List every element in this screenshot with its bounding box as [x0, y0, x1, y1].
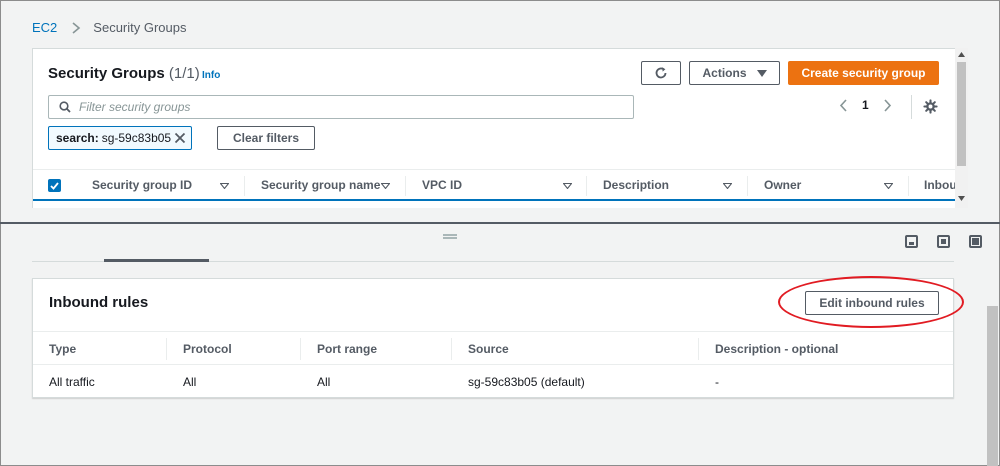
rule-type: All traffic	[49, 375, 95, 389]
sort-icon[interactable]	[884, 183, 893, 189]
sort-icon[interactable]	[220, 183, 229, 189]
top-panel-scrollbar[interactable]	[955, 48, 968, 208]
column-separator	[698, 338, 699, 360]
filter-token-value: sg-59c83b05	[101, 131, 172, 145]
scroll-up-icon[interactable]	[958, 52, 965, 57]
filter-token-key: search:	[56, 131, 99, 145]
inbound-rules-title: Inbound rules	[49, 294, 149, 311]
info-link[interactable]: Info	[202, 70, 220, 81]
pager-divider	[911, 95, 912, 119]
panel-bottom-icon[interactable]	[905, 235, 918, 248]
breadcrumb-current: Security Groups	[93, 20, 187, 35]
column-header-description-optional: Description - optional	[715, 342, 839, 356]
panel-full-icon[interactable]	[969, 235, 982, 248]
security-groups-table-header: Security group ID Security group name VP…	[33, 169, 955, 201]
rule-description: -	[715, 375, 719, 389]
column-header-source: Source	[468, 342, 509, 356]
sort-icon[interactable]	[381, 183, 390, 189]
selected-row-indicator	[33, 199, 955, 201]
drag-handle-icon[interactable]	[443, 234, 457, 239]
rule-source: sg-59c83b05 (default)	[468, 375, 585, 389]
breadcrumb: EC2 Security Groups	[32, 20, 187, 35]
page-title: Security Groups (1/1)	[48, 65, 200, 82]
breadcrumb-ec2-link[interactable]: EC2	[32, 20, 57, 35]
select-all-checkbox[interactable]	[48, 179, 61, 192]
rule-protocol: All	[183, 375, 197, 389]
column-header-owner[interactable]: Owner	[764, 178, 801, 192]
inbound-rules-panel: Inbound rules Edit inbound rules Type Pr…	[32, 278, 954, 398]
actions-dropdown[interactable]: Actions	[689, 61, 780, 85]
rule-port-range: All	[317, 375, 331, 389]
panel-title-text: Security Groups	[48, 65, 165, 82]
create-security-group-button[interactable]: Create security group	[788, 61, 939, 85]
column-header-inbound[interactable]: Inbou	[924, 178, 955, 192]
caret-down-icon	[756, 69, 767, 77]
sort-icon[interactable]	[723, 183, 732, 189]
refresh-icon	[655, 67, 667, 79]
actions-label: Actions	[702, 66, 747, 80]
refresh-button[interactable]	[641, 61, 681, 85]
filter-security-groups-input[interactable]: Filter security groups	[48, 95, 634, 119]
column-separator[interactable]	[586, 176, 587, 196]
search-icon	[59, 101, 71, 113]
clear-filters-button[interactable]: Clear filters	[217, 126, 315, 150]
panel-side-icon[interactable]	[937, 235, 950, 248]
column-separator	[300, 338, 301, 360]
sort-icon[interactable]	[563, 183, 572, 189]
scrollbar-thumb[interactable]	[957, 62, 966, 166]
column-header-sg-id[interactable]: Security group ID	[92, 178, 192, 192]
chevron-right-icon	[72, 21, 81, 34]
table-row: All traffic All All sg-59c83b05 (default…	[33, 365, 953, 399]
chevron-right-icon[interactable]	[883, 98, 892, 112]
close-icon[interactable]	[174, 132, 186, 144]
column-separator[interactable]	[405, 176, 406, 196]
bottom-panel-scrollbar-thumb[interactable]	[987, 306, 998, 466]
filter-placeholder: Filter security groups	[79, 100, 191, 114]
scroll-down-icon[interactable]	[958, 196, 965, 201]
column-separator[interactable]	[244, 176, 245, 196]
column-header-protocol: Protocol	[183, 342, 232, 356]
column-header-type: Type	[49, 342, 77, 356]
inbound-rules-table-header: Type Protocol Port range Source Descript…	[33, 331, 953, 365]
column-separator[interactable]	[908, 176, 909, 196]
column-header-description[interactable]: Description	[603, 178, 669, 192]
security-groups-panel: Security Groups (1/1) Info Actions Creat…	[32, 48, 956, 208]
column-separator[interactable]	[747, 176, 748, 196]
column-separator	[166, 338, 167, 360]
selection-count: (1/1)	[168, 65, 200, 82]
edit-inbound-rules-button[interactable]: Edit inbound rules	[805, 291, 939, 315]
split-panel-divider[interactable]	[0, 222, 1000, 224]
column-header-vpc-id[interactable]: VPC ID	[422, 178, 462, 192]
gear-icon[interactable]	[923, 99, 938, 114]
chevron-left-icon[interactable]	[839, 98, 848, 112]
checkmark-icon	[50, 181, 59, 190]
column-separator	[451, 338, 452, 360]
current-page[interactable]: 1	[862, 98, 869, 112]
pagination: 1	[839, 98, 892, 112]
column-header-port-range: Port range	[317, 342, 378, 356]
column-header-sg-name[interactable]: Security group name	[261, 178, 380, 192]
filter-token: search: sg-59c83b05	[48, 126, 192, 150]
active-tab-indicator[interactable]	[104, 259, 209, 262]
